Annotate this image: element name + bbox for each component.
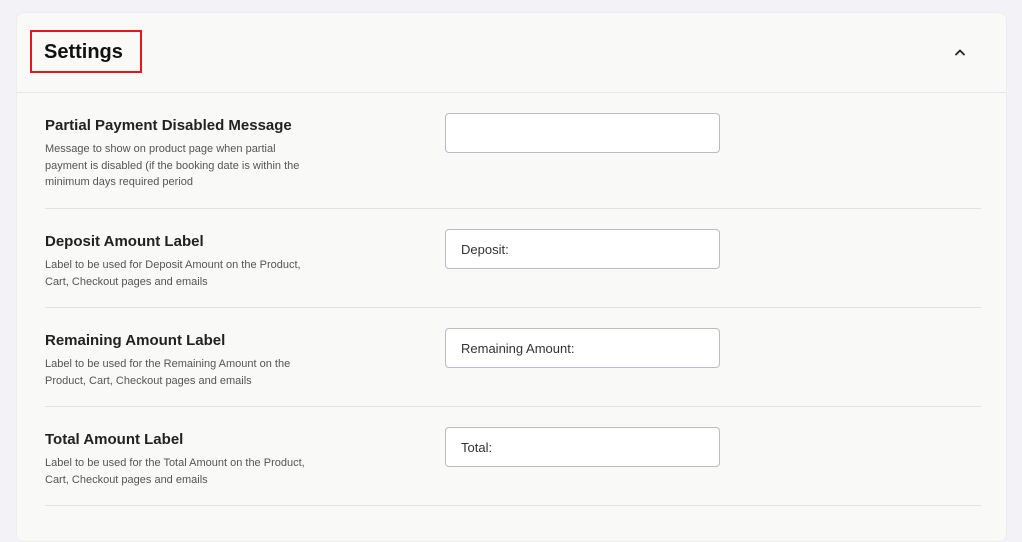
setting-description: Message to show on product page when par… (45, 143, 300, 188)
setting-row-partial-payment-disabled-message: Partial Payment Disabled Message Message… (45, 113, 981, 209)
partial-payment-disabled-message-input[interactable] (445, 113, 720, 153)
collapse-button[interactable] (951, 43, 969, 61)
settings-title: Settings (44, 41, 123, 63)
setting-row-remaining-amount-label: Remaining Amount Label Label to be used … (45, 328, 981, 407)
setting-description: Label to be used for the Remaining Amoun… (45, 358, 291, 387)
setting-label: Remaining Amount Label (45, 332, 226, 349)
deposit-amount-label-input[interactable] (445, 229, 720, 269)
remaining-amount-label-input[interactable] (445, 328, 720, 368)
total-amount-label-input[interactable] (445, 427, 720, 467)
setting-row-total-amount-label: Total Amount Label Label to be used for … (45, 427, 981, 506)
setting-label: Total Amount Label (45, 431, 184, 448)
chevron-up-icon (955, 49, 965, 56)
setting-row-deposit-amount-label: Deposit Amount Label Label to be used fo… (45, 229, 981, 308)
settings-panel: Settings Partial Payment Disabled Messag… (16, 12, 1007, 542)
settings-panel-header[interactable]: Settings (17, 13, 1006, 93)
setting-label: Partial Payment Disabled Message (45, 117, 292, 134)
setting-description: Label to be used for Deposit Amount on t… (45, 259, 301, 288)
setting-description: Label to be used for the Total Amount on… (45, 457, 305, 486)
setting-label: Deposit Amount Label (45, 233, 204, 250)
